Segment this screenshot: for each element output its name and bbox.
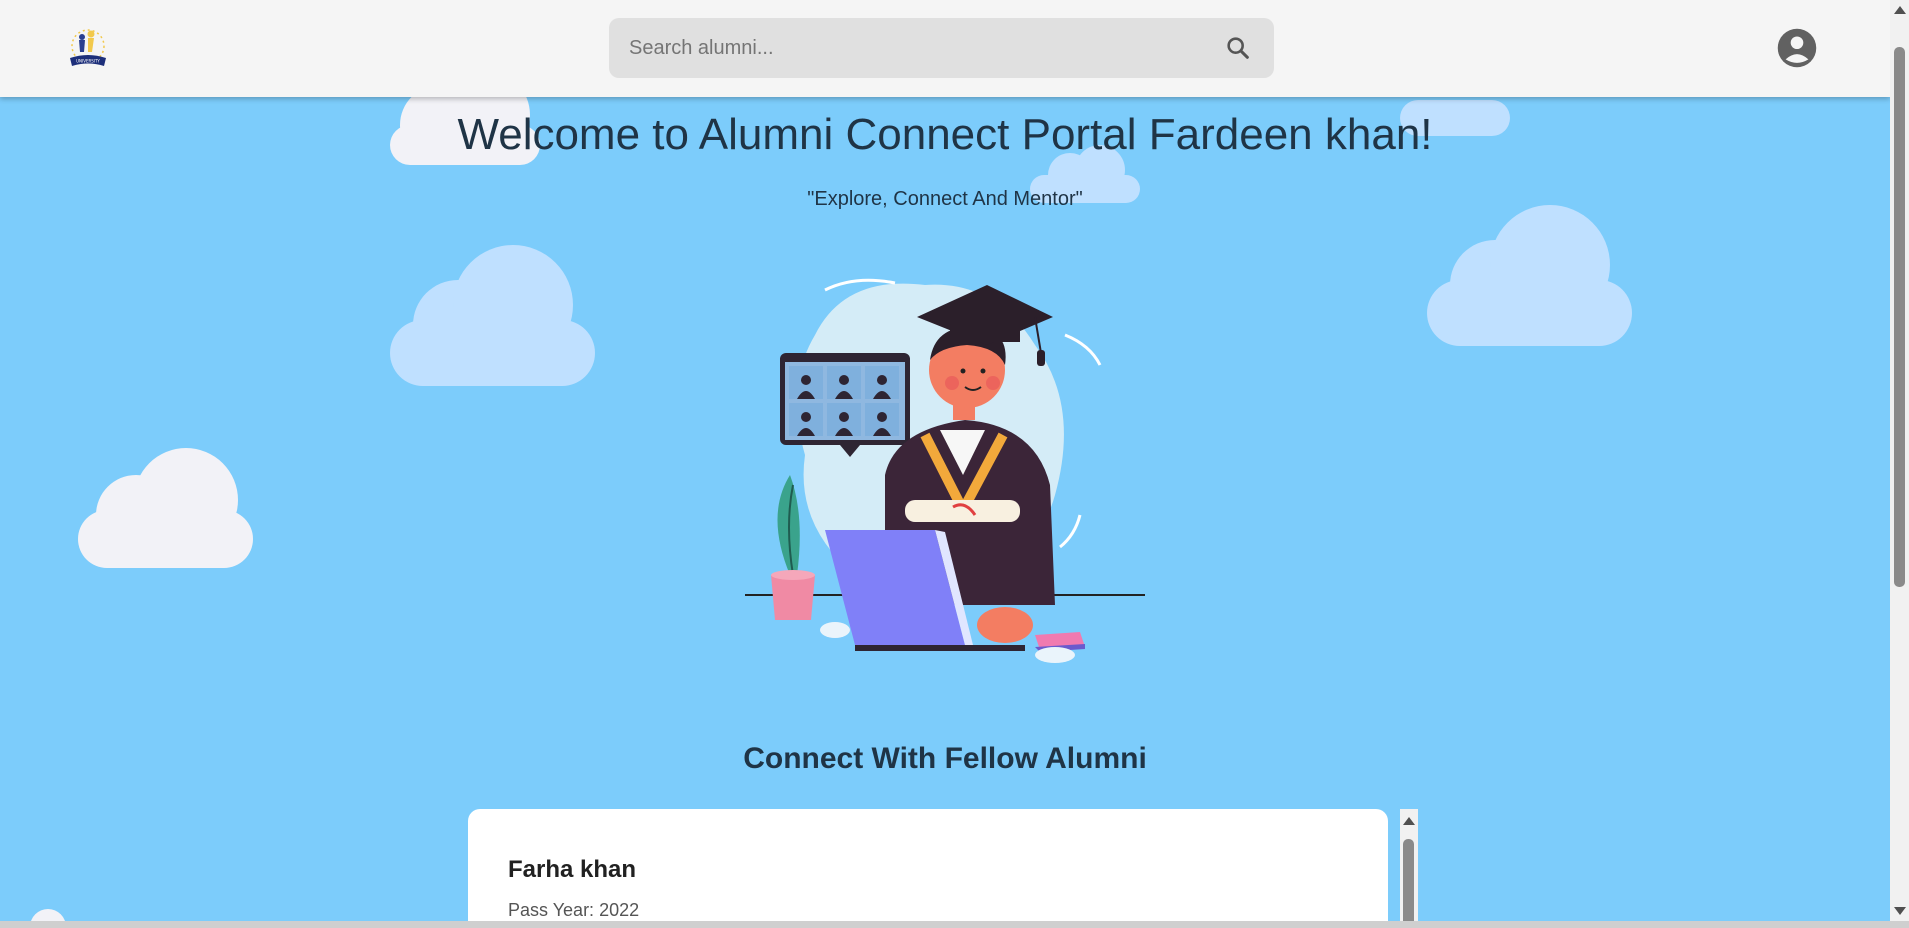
- section-heading: Connect With Fellow Alumni: [743, 742, 1147, 775]
- cloud-decoration: [390, 245, 595, 386]
- scrollbar-thumb[interactable]: [1894, 47, 1905, 587]
- page-scrollbar[interactable]: [1890, 0, 1909, 921]
- search-input[interactable]: [629, 18, 1189, 78]
- alumni-list-scrollbar[interactable]: [1400, 809, 1418, 921]
- alumni-name: Farha khan: [508, 856, 637, 883]
- window-bottom-edge: [0, 921, 1909, 928]
- alumni-list: Farha khan Pass Year: 2022: [468, 809, 1420, 921]
- page-title: Welcome to Alumni Connect Portal Fardeen…: [457, 110, 1433, 159]
- scrollbar-thumb[interactable]: [1403, 839, 1414, 921]
- graduate-illustration: [745, 278, 1145, 663]
- page-viewport: UNIVERSITY Welcome to Alumni Connect Por…: [0, 0, 1890, 921]
- alumni-pass-year: Pass Year: 2022: [508, 900, 640, 920]
- scroll-up-arrow-icon[interactable]: [1894, 6, 1906, 14]
- top-app-bar: UNIVERSITY: [0, 0, 1890, 97]
- svg-text:UNIVERSITY: UNIVERSITY: [76, 59, 100, 64]
- search-bar: [609, 18, 1274, 78]
- account-circle-icon[interactable]: [1776, 27, 1818, 69]
- search-icon[interactable]: [1224, 34, 1252, 62]
- cloud-decoration: [31, 909, 65, 921]
- cloud-decoration: [78, 448, 253, 568]
- scroll-down-arrow-icon[interactable]: [1894, 907, 1906, 915]
- page-subtitle: "Explore, Connect And Mentor": [807, 188, 1083, 210]
- alumni-card[interactable]: Farha khan Pass Year: 2022: [468, 809, 1388, 921]
- university-logo[interactable]: UNIVERSITY: [64, 24, 112, 72]
- scroll-up-arrow-icon[interactable]: [1403, 817, 1415, 825]
- cloud-decoration: [1427, 205, 1632, 346]
